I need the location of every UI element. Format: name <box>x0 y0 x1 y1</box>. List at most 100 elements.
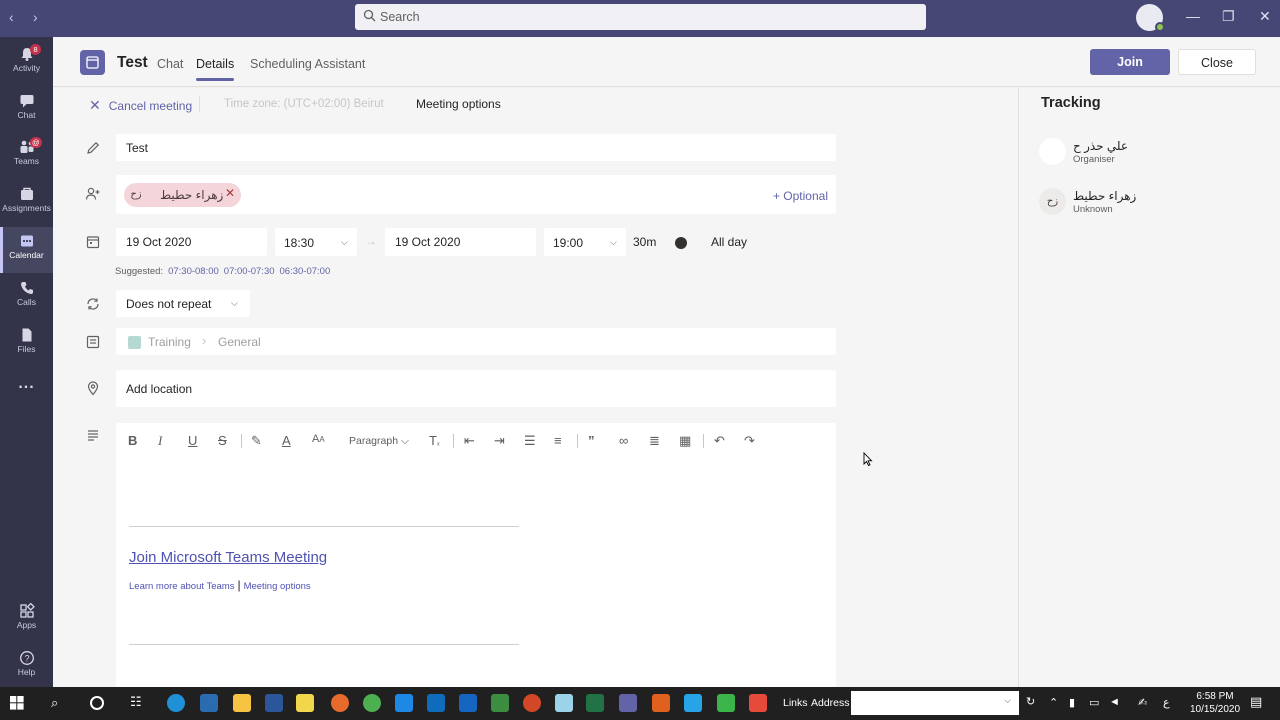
language-indicator[interactable]: ع <box>1163 696 1170 709</box>
outlook-icon[interactable] <box>459 694 477 712</box>
app-icon[interactable] <box>555 694 573 712</box>
meeting-options-button[interactable]: Meeting options <box>416 97 501 111</box>
profile-avatar[interactable] <box>1136 4 1165 32</box>
forward-arrow-icon[interactable]: › <box>33 9 38 25</box>
file-explorer-icon[interactable] <box>233 694 251 712</box>
volume-icon[interactable]: ◄ <box>1109 696 1120 708</box>
chrome-icon[interactable] <box>363 694 381 712</box>
bullet-list-icon[interactable]: ☰ <box>524 433 536 449</box>
start-time-dropdown[interactable]: 18:30 ⌵ <box>275 228 357 256</box>
location-field[interactable]: Add location <box>116 370 836 407</box>
app-icon[interactable] <box>652 694 670 712</box>
back-arrow-icon[interactable]: ‹ <box>9 9 14 25</box>
table-icon[interactable]: ▦ <box>679 433 691 449</box>
rail-item-chat[interactable]: Chat <box>0 87 53 133</box>
app-icon[interactable] <box>717 694 735 712</box>
cancel-meeting-button[interactable]: ✕ Cancel meeting <box>89 97 192 114</box>
indent-icon[interactable]: ⇥ <box>494 433 505 449</box>
horizontal-rule-icon[interactable]: ≣ <box>649 433 660 449</box>
paragraph-dropdown[interactable]: Paragraph ⌵ <box>349 435 409 448</box>
numbered-list-icon[interactable]: ≡ <box>554 433 562 448</box>
all-day-toggle[interactable] <box>673 236 703 250</box>
sticky-notes-icon[interactable] <box>296 694 314 712</box>
outlook-icon[interactable] <box>427 694 445 712</box>
attendees-field[interactable]: زح زهراء حطيط ✕ + Optional <box>116 175 836 214</box>
remove-attendee-icon[interactable]: ✕ <box>225 186 235 200</box>
strikethrough-icon[interactable]: S <box>218 433 227 448</box>
outdent-icon[interactable]: ⇤ <box>464 433 475 449</box>
battery-icon[interactable]: ▭ <box>1089 696 1099 709</box>
suggestion-link[interactable]: 07:30-08:00 <box>168 266 219 277</box>
italic-icon[interactable]: I <box>158 433 162 449</box>
tab-details[interactable]: Details <box>196 57 235 81</box>
system-clock[interactable]: 6:58 PM 10/15/2020 <box>1185 690 1245 716</box>
join-teams-meeting-link[interactable]: Join Microsoft Teams Meeting <box>129 549 327 566</box>
close-window-icon[interactable]: ✕ <box>1259 8 1271 25</box>
minimize-icon[interactable]: — <box>1186 8 1200 24</box>
calendar-icon <box>86 236 100 249</box>
learn-more-link[interactable]: Learn more about Teams <box>129 581 234 592</box>
firefox-icon[interactable] <box>331 694 349 712</box>
redo-icon[interactable]: ↷ <box>744 433 755 449</box>
meeting-options-link[interactable]: Meeting options <box>244 581 311 592</box>
rail-item-teams[interactable]: @ Teams <box>0 133 53 179</box>
join-button[interactable]: Join <box>1090 49 1170 75</box>
task-view-icon[interactable]: ☷ <box>130 694 142 710</box>
mail-icon[interactable] <box>395 694 413 712</box>
pen-icon[interactable]: ✍ <box>1138 696 1147 709</box>
refresh-icon[interactable]: ↻ <box>1026 695 1035 708</box>
end-date-picker[interactable]: 19 Oct 2020 <box>385 228 536 256</box>
rail-item-more[interactable]: ... <box>0 371 53 417</box>
address-input[interactable]: ⌵ <box>851 691 1019 715</box>
highlight-icon[interactable]: ✎ <box>251 433 262 449</box>
rail-item-files[interactable]: Files <box>0 321 53 367</box>
font-size-icon[interactable]: AA <box>312 433 325 445</box>
excel-icon[interactable] <box>586 694 604 712</box>
chevron-up-icon[interactable]: ⌃ <box>1049 696 1058 709</box>
attendee-chip[interactable]: زح زهراء حطيط ✕ <box>124 183 241 207</box>
channel-field[interactable]: Training › General <box>116 328 836 355</box>
tracking-person[interactable]: زح زهراء حطيط Unknown <box>1039 188 1279 218</box>
tab-chat[interactable]: Chat <box>157 57 183 71</box>
undo-icon[interactable]: ↶ <box>714 433 725 449</box>
rail-item-calendar[interactable]: Calendar <box>0 227 53 273</box>
suggestion-link[interactable]: 06:30-07:00 <box>280 266 331 277</box>
sheet-icon[interactable] <box>491 694 509 712</box>
restore-icon[interactable]: ❐ <box>1222 8 1235 25</box>
microphone-icon[interactable]: ▮ <box>1069 696 1075 709</box>
close-button[interactable]: Close <box>1178 49 1256 75</box>
title-field[interactable]: Test <box>116 134 836 161</box>
cortana-icon[interactable] <box>90 696 104 710</box>
end-time-dropdown[interactable]: 19:00 ⌵ <box>544 228 626 256</box>
clear-format-icon[interactable]: Tₓ <box>429 433 440 448</box>
app-icon[interactable] <box>749 694 767 712</box>
repeat-dropdown[interactable]: Does not repeat ⌵ <box>116 290 250 317</box>
app-icon[interactable] <box>684 694 702 712</box>
rail-item-help[interactable]: ? Help <box>0 644 53 690</box>
add-optional-button[interactable]: + Optional <box>773 189 828 203</box>
bold-icon[interactable]: B <box>128 433 137 448</box>
rail-item-calls[interactable]: Calls <box>0 274 53 320</box>
rail-item-assignments[interactable]: Assignments <box>0 180 53 226</box>
description-editor[interactable]: B I U S ✎ A AA Paragraph ⌵ Tₓ ⇤ ⇥ ☰ ≡ ” … <box>116 423 836 687</box>
powerpoint-icon[interactable] <box>523 694 541 712</box>
rail-item-apps[interactable]: Apps <box>0 597 53 643</box>
underline-icon[interactable]: U <box>188 433 197 448</box>
edge-browser-icon[interactable] <box>167 694 185 712</box>
start-date-picker[interactable]: 19 Oct 2020 <box>116 228 267 256</box>
search-icon[interactable]: ⌕ <box>51 695 58 711</box>
links-toolbar-label[interactable]: Links <box>783 697 808 709</box>
windows-start-icon[interactable] <box>10 696 24 710</box>
tracking-person[interactable]: علي حذر ح Organiser <box>1039 138 1279 168</box>
quote-icon[interactable]: ” <box>588 433 595 448</box>
tab-scheduling-assistant[interactable]: Scheduling Assistant <box>250 57 365 71</box>
store-icon[interactable] <box>200 694 218 712</box>
notifications-icon[interactable]: ▤ <box>1250 694 1262 710</box>
font-color-icon[interactable]: A <box>282 433 291 448</box>
suggestion-link[interactable]: 07:00-07:30 <box>224 266 275 277</box>
search-input[interactable]: Search <box>355 4 926 30</box>
word-icon[interactable] <box>265 694 283 712</box>
teams-icon[interactable] <box>619 694 637 712</box>
link-icon[interactable]: ∞ <box>619 433 628 448</box>
rail-item-activity[interactable]: 8 Activity <box>0 40 53 86</box>
